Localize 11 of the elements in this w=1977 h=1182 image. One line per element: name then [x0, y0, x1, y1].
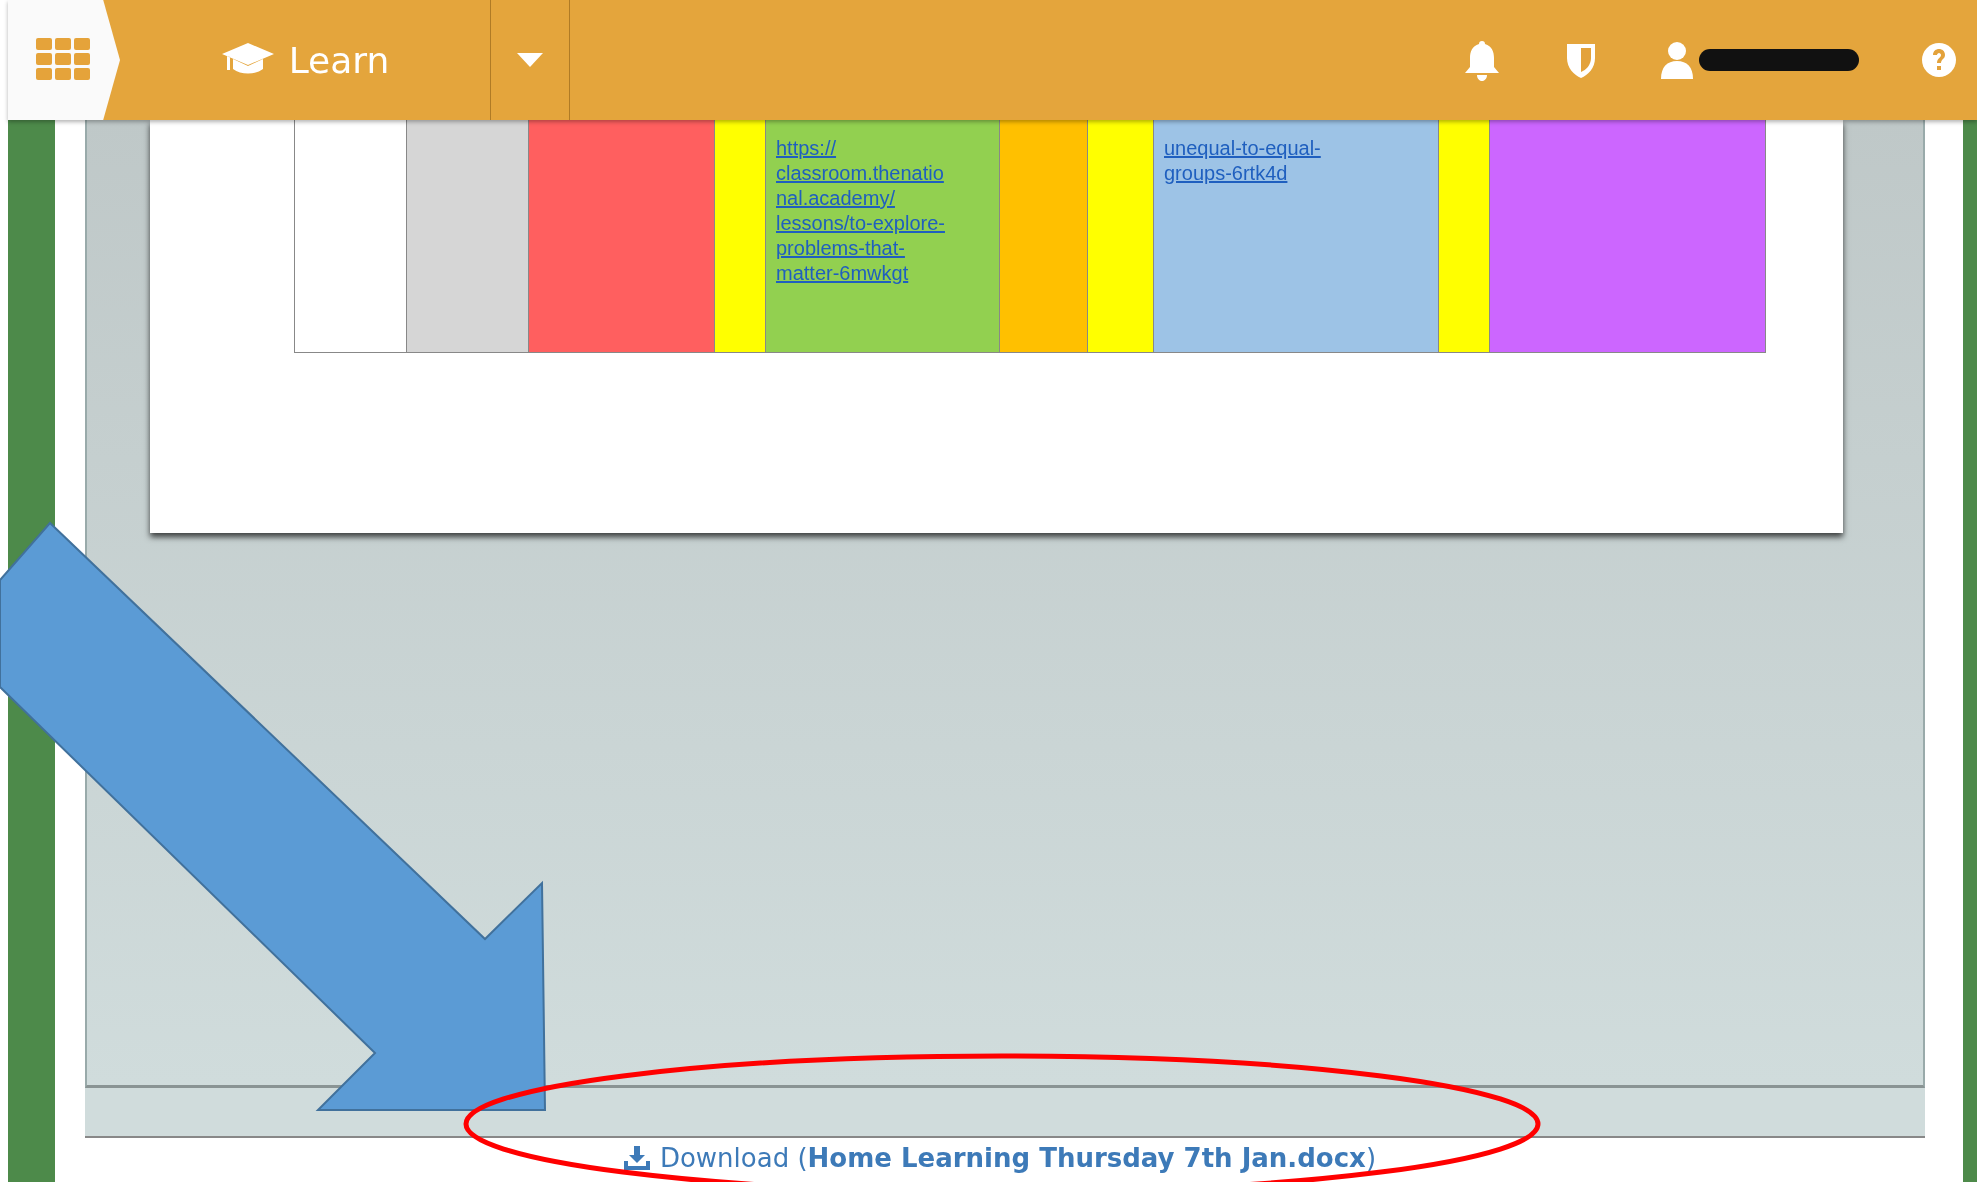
caret-icon: [517, 53, 543, 67]
app-grid-button[interactable]: [8, 0, 120, 120]
help-icon[interactable]: [1921, 42, 1957, 78]
download-link[interactable]: Download (Home Learning Thursday 7th Jan.docx): [659, 1143, 1377, 1173]
bell-icon[interactable]: [1463, 39, 1501, 81]
user-icon[interactable]: [1661, 41, 1693, 79]
lesson-link[interactable]: unequal-to-equal- groups-6rtk4d: [1164, 136, 1321, 186]
lesson-link[interactable]: https:// classroom.thenatio nal.academy/ lessons/to-explore- problems-that- matter-6mwkgt: [776, 136, 945, 286]
shield-icon[interactable]: [1565, 41, 1597, 79]
download-icon: [623, 1146, 650, 1170]
grid-icon: [36, 38, 92, 82]
